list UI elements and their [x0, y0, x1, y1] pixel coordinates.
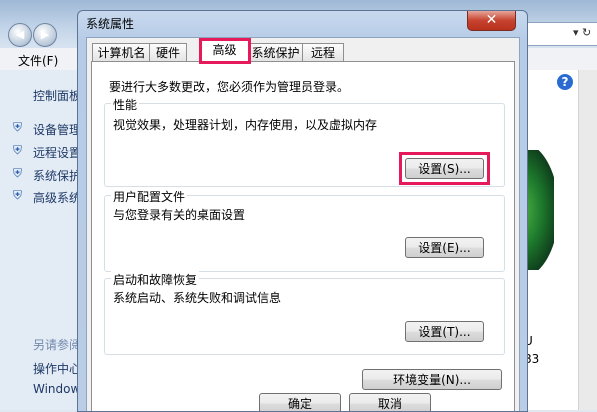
- tab-hardware[interactable]: 硬件: [149, 43, 187, 62]
- performance-group: 性能 视觉效果，处理器计划，内存使用，以及虚拟内存 设置(S)...: [104, 96, 505, 187]
- shield-icon: ⛨: [13, 166, 23, 180]
- shield-icon: ⛨: [13, 120, 23, 134]
- see-also-action-center[interactable]: 操作中心: [33, 360, 81, 377]
- tab-label: 计算机名: [97, 46, 146, 60]
- tab-computer-name[interactable]: 计算机名: [92, 43, 151, 62]
- search-box[interactable]: ▾ ↻: [524, 22, 597, 46]
- environment-variables-button[interactable]: 环境变量(N)...: [362, 369, 502, 390]
- tab-label: 系统保护: [251, 46, 300, 60]
- close-icon: ✕: [485, 12, 498, 28]
- close-button[interactable]: ✕: [467, 11, 516, 31]
- menu-file[interactable]: 文件(F): [18, 52, 58, 69]
- tab-label: 高级: [212, 43, 237, 57]
- tab-advanced[interactable]: 高级: [200, 40, 249, 63]
- tab-remote[interactable]: 远程: [302, 43, 344, 62]
- tab-label: 远程: [310, 46, 335, 60]
- startup-recovery-title: 启动和故障恢复: [111, 271, 200, 288]
- performance-settings-button[interactable]: 设置(S)...: [405, 158, 484, 179]
- dialog-client-area: 计算机名 硬件 高级 系统保护 远程 要进行大多数更改，您必须作为管理员登录。 …: [86, 37, 520, 411]
- sidebar-item-device-manager[interactable]: 设备管理: [33, 121, 81, 138]
- performance-title: 性能: [111, 96, 140, 113]
- explorer-scrollbar[interactable]: [578, 70, 597, 410]
- startup-recovery-settings-button[interactable]: 设置(T)...: [405, 321, 484, 342]
- explorer-sidebar: 控制面板 ⛨ 设备管理 ⛨ 远程设置 ⛨ 系统保护 ⛨ 高级系统 另请参阅 操作…: [0, 70, 87, 410]
- startup-recovery-description: 系统启动、系统失败和调试信息: [113, 291, 282, 305]
- shield-icon: ⛨: [13, 188, 23, 202]
- forward-button[interactable]: ▶: [33, 23, 57, 47]
- user-profiles-settings-button[interactable]: 设置(E)...: [405, 237, 484, 258]
- dialog-title: 系统属性: [86, 17, 135, 31]
- user-profiles-description: 与您登录有关的桌面设置: [113, 208, 246, 222]
- startup-recovery-group: 启动和故障恢复 系统启动、系统失败和调试信息 设置(T)...: [104, 271, 505, 355]
- performance-description: 视觉效果，处理器计划，内存使用，以及虚拟内存: [113, 118, 378, 132]
- shield-icon: ⛨: [13, 143, 23, 157]
- sidebar-item-control-panel[interactable]: 控制面板: [33, 87, 81, 104]
- help-icon[interactable]: ?: [557, 74, 573, 90]
- tab-system-protection[interactable]: 系统保护: [247, 43, 304, 62]
- sidebar-item-system-protection[interactable]: 系统保护: [33, 167, 81, 184]
- admin-note: 要进行大多数更改，您必须作为管理员登录。: [109, 80, 350, 94]
- see-also-heading: 另请参阅: [33, 338, 82, 352]
- sidebar-item-remote-settings[interactable]: 远程设置: [33, 144, 81, 161]
- user-profiles-title: 用户配置文件: [111, 188, 188, 205]
- tab-panel-advanced: 要进行大多数更改，您必须作为管理员登录。 性能 视觉效果，处理器计划，内存使用，…: [91, 61, 515, 411]
- back-button[interactable]: ◀: [8, 23, 32, 47]
- search-dropdown-icon[interactable]: ▾ ↻: [573, 26, 591, 39]
- cancel-button[interactable]: 取消: [349, 393, 431, 411]
- ok-button[interactable]: 确定: [259, 393, 341, 411]
- user-profiles-group: 用户配置文件 与您登录有关的桌面设置 设置(E)...: [104, 188, 505, 272]
- system-properties-dialog: 系统属性 ✕ 计算机名 硬件 高级 系统保护 远程 要进行大多数更改，您必须作为…: [77, 10, 528, 412]
- tab-label: 硬件: [155, 46, 180, 60]
- sidebar-item-advanced-system[interactable]: 高级系统: [33, 189, 81, 206]
